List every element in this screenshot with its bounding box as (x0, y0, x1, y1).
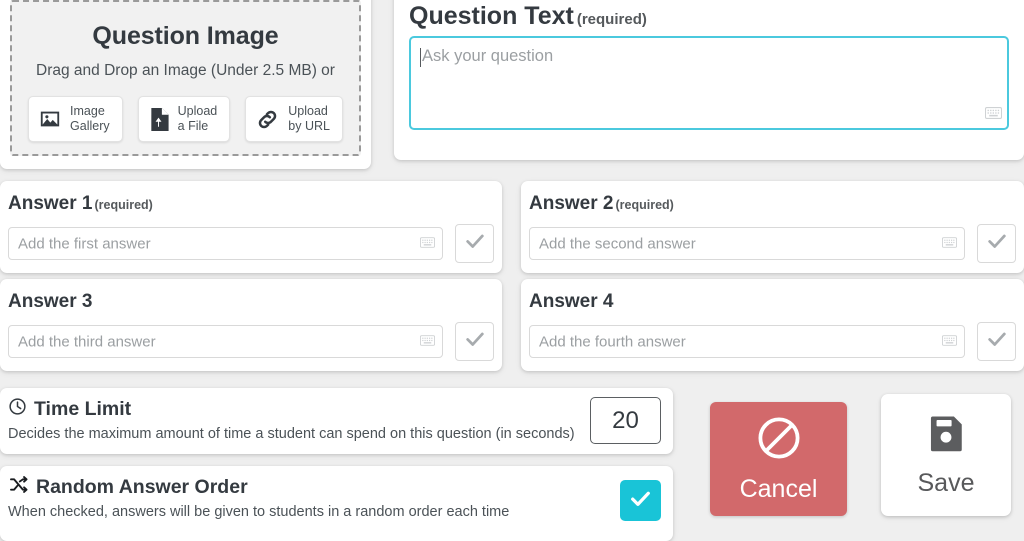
file-upload-icon (149, 107, 169, 131)
keyboard-icon[interactable] (420, 333, 435, 351)
cancel-button-label: Cancel (739, 475, 818, 503)
answer-3-label: Answer 3 (8, 291, 94, 313)
time-limit-card: Time Limit Decides the maximum amount of… (0, 388, 673, 454)
time-limit-description: Decides the maximum amount of time a stu… (8, 426, 575, 442)
clock-icon (8, 397, 27, 422)
answer-1-correct-toggle[interactable] (455, 224, 494, 263)
answer-2-correct-toggle[interactable] (977, 224, 1016, 263)
check-icon (986, 230, 1008, 257)
image-dropzone[interactable]: Question Image Drag and Drop an Image (U… (10, 0, 361, 156)
answer-1-placeholder: Add the first answer (18, 235, 151, 252)
question-text-label-main: Question Text (409, 2, 574, 30)
answer-4-correct-toggle[interactable] (977, 322, 1016, 361)
check-icon (628, 486, 653, 516)
answer-2-input[interactable]: Add the second answer (529, 227, 965, 260)
keyboard-icon[interactable] (942, 235, 957, 253)
image-gallery-label: Image Gallery (70, 104, 110, 133)
answer-4-row: Add the fourth answer (529, 322, 1016, 361)
check-icon (464, 230, 486, 257)
cancel-button[interactable]: Cancel (710, 402, 847, 516)
answer-4-input[interactable]: Add the fourth answer (529, 325, 965, 358)
upload-a-file-button[interactable]: Upload a File (137, 96, 231, 142)
question-text-required-note: (required) (576, 11, 647, 28)
random-answer-order-title-label: Random Answer Order (36, 476, 248, 498)
shuffle-icon (8, 475, 29, 500)
answer-2-placeholder: Add the second answer (539, 235, 696, 252)
time-limit-value: 20 (612, 406, 639, 434)
text-caret (420, 48, 421, 67)
question-image-title: Question Image (92, 22, 279, 50)
random-answer-order-description: When checked, answers will be given to s… (8, 504, 510, 520)
answer-2-card: Answer 2 (required) Add the second answer (521, 181, 1024, 273)
answer-1-input[interactable]: Add the first answer (8, 227, 443, 260)
answer-4-label: Answer 4 (529, 291, 615, 313)
answer-1-row: Add the first answer (8, 224, 494, 263)
answer-4-card: Answer 4 Add the fourth answer (521, 279, 1024, 371)
answer-3-row: Add the third answer (8, 322, 494, 361)
answer-2-label-main: Answer 2 (529, 193, 614, 214)
answer-3-input[interactable]: Add the third answer (8, 325, 443, 358)
link-icon (256, 108, 279, 131)
keyboard-icon[interactable] (985, 106, 1002, 124)
answer-3-label-main: Answer 3 (8, 291, 93, 312)
random-answer-order-checkbox[interactable] (620, 480, 661, 521)
keyboard-icon[interactable] (420, 235, 435, 253)
question-text-card: Question Text (required) Ask your questio… (394, 0, 1024, 160)
time-limit-title-label: Time Limit (34, 398, 132, 420)
floppy-disk-icon (925, 412, 967, 459)
question-editor-page: Question Image Drag and Drop an Image (U… (0, 0, 1024, 541)
question-text-placeholder: Ask your question (422, 47, 554, 65)
answer-2-required-note: (required) (615, 198, 674, 212)
image-gallery-button[interactable]: Image Gallery (28, 96, 123, 142)
save-button[interactable]: Save (881, 394, 1011, 516)
answer-4-placeholder: Add the fourth answer (539, 333, 686, 350)
time-limit-input[interactable]: 20 (590, 397, 661, 444)
answer-3-correct-toggle[interactable] (455, 322, 494, 361)
question-text-input[interactable]: Ask your question (409, 36, 1009, 130)
upload-a-file-label: Upload a File (177, 104, 218, 133)
check-icon (986, 328, 1008, 355)
answer-1-required-note: (required) (94, 198, 153, 212)
random-answer-order-title: Random Answer Order (8, 475, 248, 500)
answer-2-row: Add the second answer (529, 224, 1016, 263)
save-button-label: Save (917, 469, 975, 497)
answer-3-card: Answer 3 Add the third answer (0, 279, 502, 371)
image-source-buttons: Image Gallery Upload a File Upload by UR… (12, 96, 359, 142)
question-image-instructions: Drag and Drop an Image (Under 2.5 MB) or (36, 62, 335, 79)
check-icon (464, 328, 486, 355)
answer-3-placeholder: Add the third answer (18, 333, 156, 350)
answer-2-label: Answer 2 (required) (529, 193, 674, 215)
answer-1-card: Answer 1 (required) Add the first answer (0, 181, 502, 273)
upload-by-url-button[interactable]: Upload by URL (245, 96, 343, 142)
question-image-card: Question Image Drag and Drop an Image (U… (0, 0, 371, 169)
answer-1-label-main: Answer 1 (8, 193, 93, 214)
time-limit-title: Time Limit (8, 397, 131, 422)
image-gallery-icon (39, 108, 61, 130)
question-text-label: Question Text (required) (409, 2, 647, 31)
random-answer-order-card: Random Answer Order When checked, answer… (0, 466, 673, 541)
prohibited-icon (755, 414, 803, 467)
answer-1-label: Answer 1 (required) (8, 193, 153, 215)
answer-4-label-main: Answer 4 (529, 291, 614, 312)
upload-by-url-label: Upload by URL (288, 104, 330, 133)
keyboard-icon[interactable] (942, 333, 957, 351)
